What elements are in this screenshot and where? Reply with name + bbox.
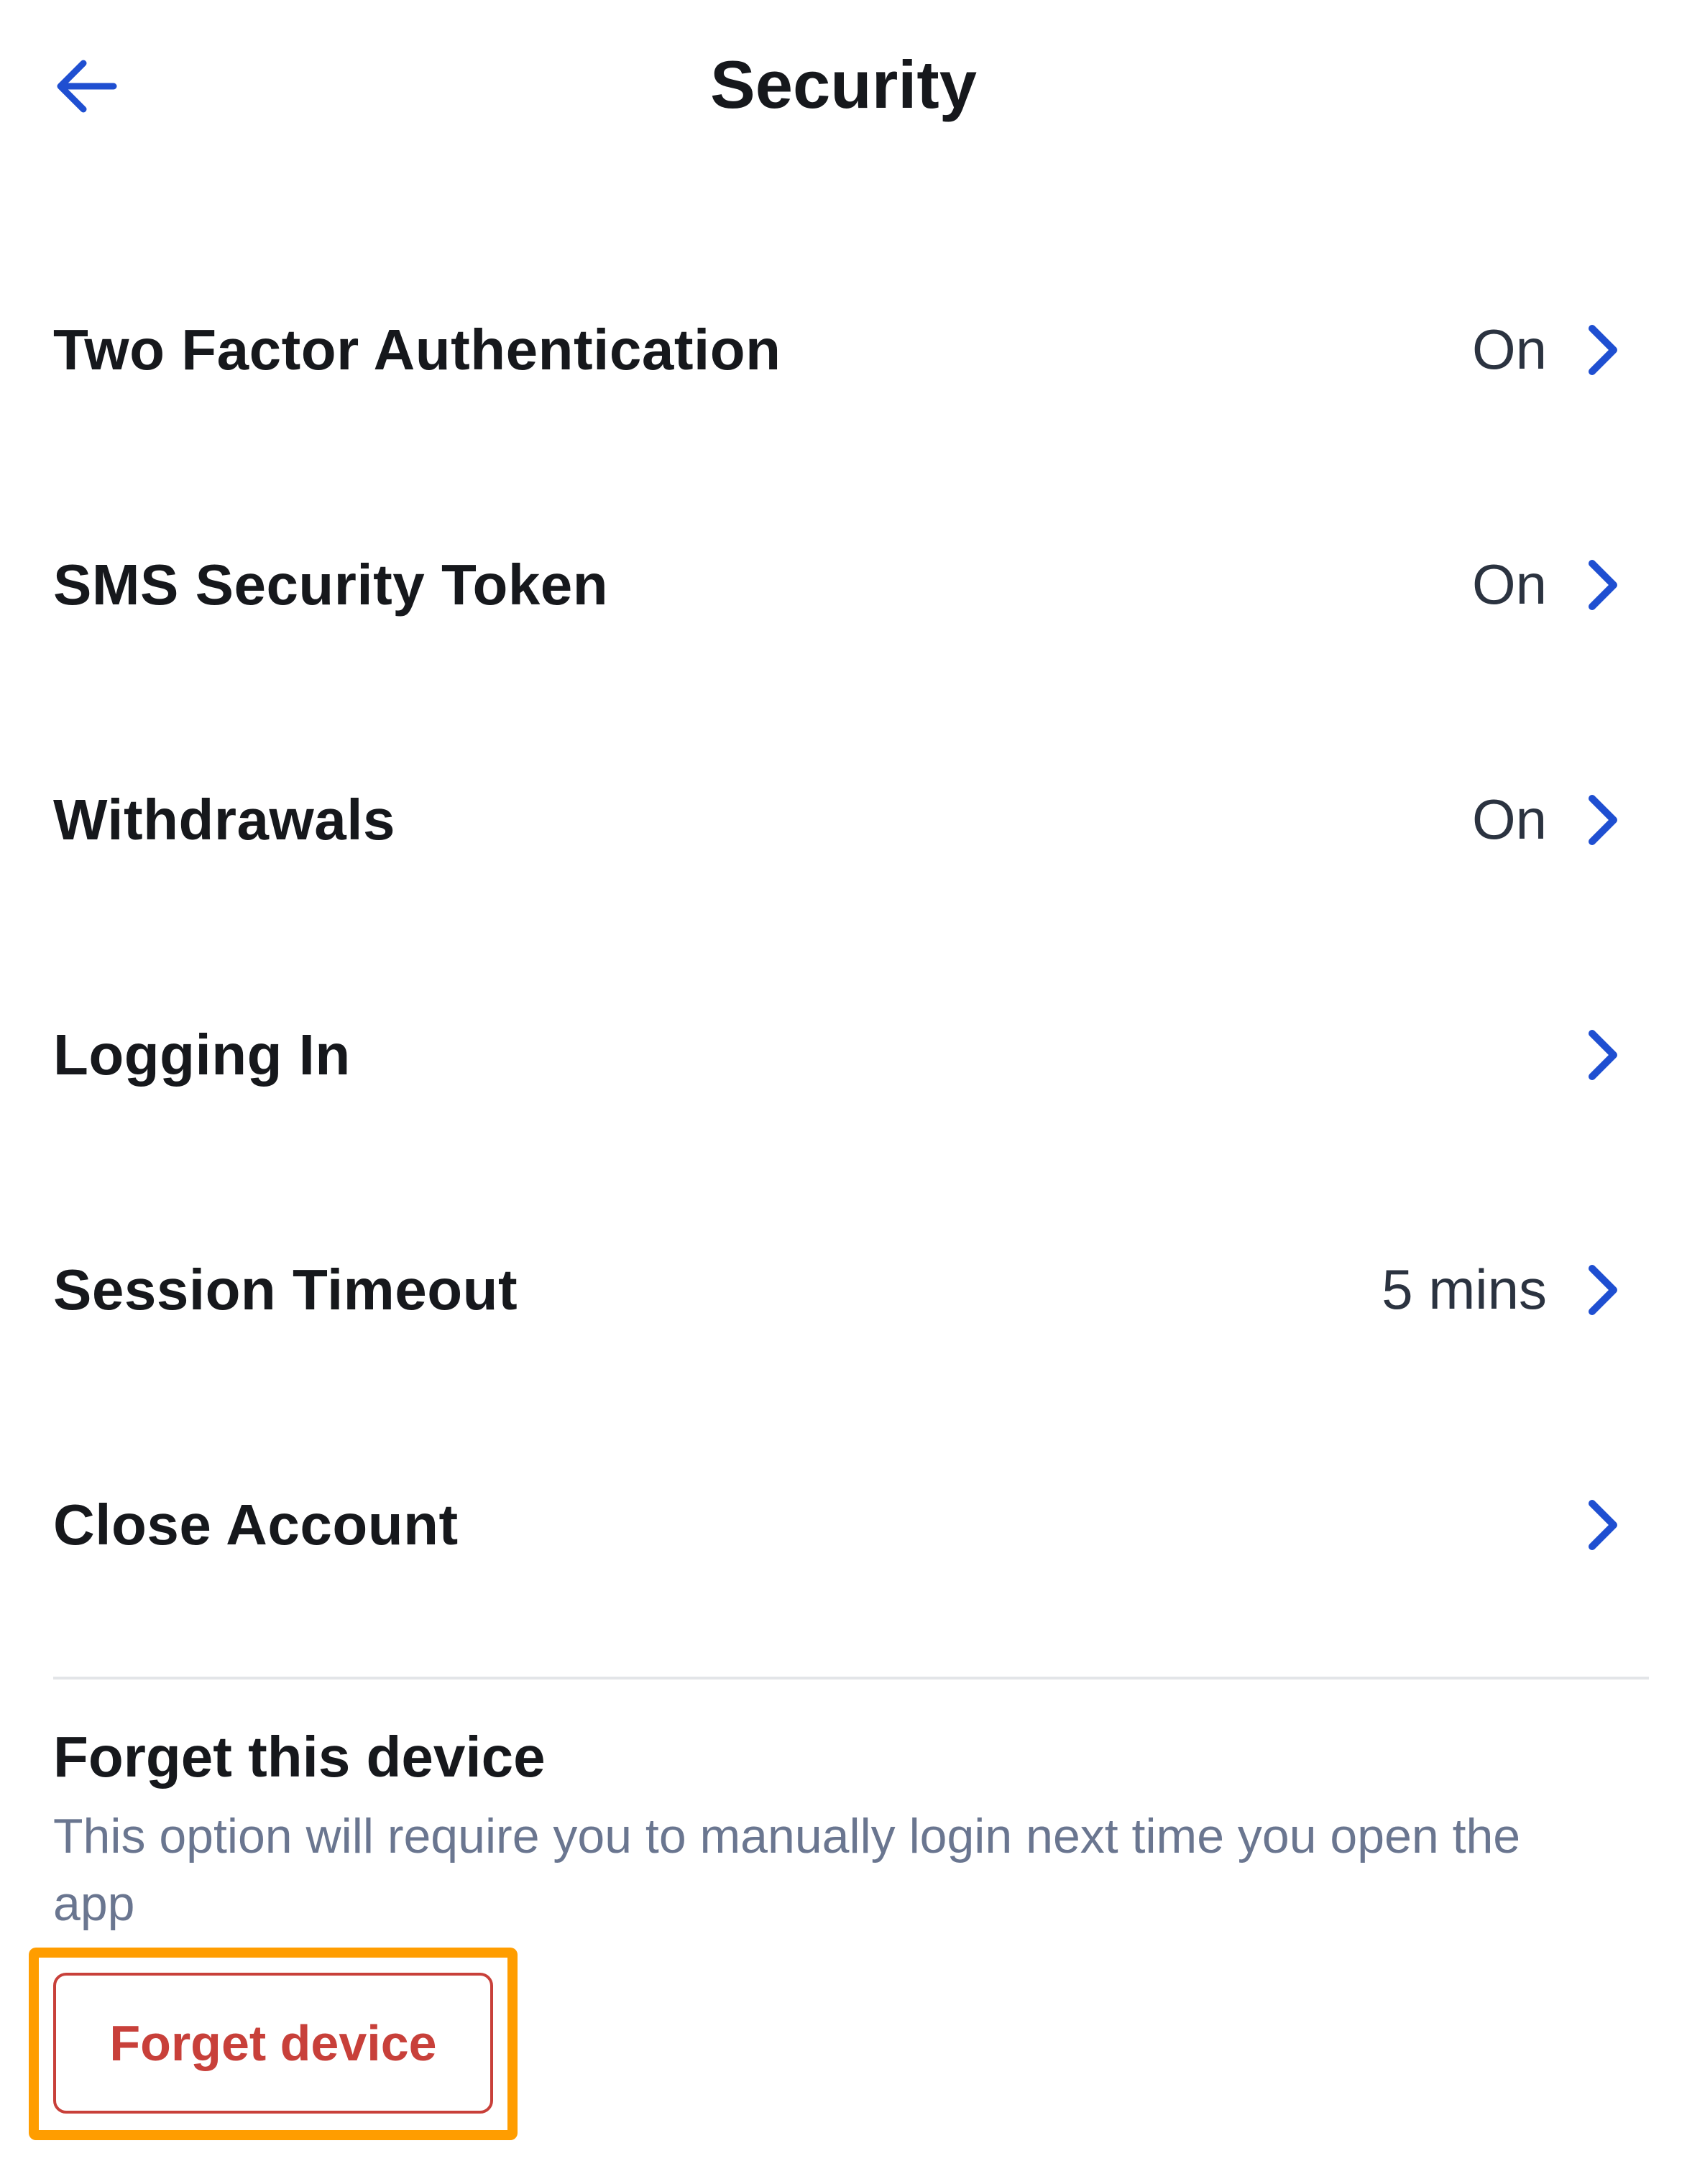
- forget-device-button[interactable]: Forget device: [53, 1973, 493, 2114]
- chevron-right-icon: [1581, 321, 1624, 379]
- row-label: Session Timeout: [53, 1257, 518, 1322]
- chevron-right-icon: [1581, 1026, 1624, 1084]
- row-value: On: [1471, 318, 1547, 381]
- page-title: Security: [710, 47, 977, 122]
- settings-row-two-factor-authentication[interactable]: Two Factor Authentication On: [53, 232, 1624, 467]
- row-label: Logging In: [53, 1022, 351, 1087]
- section-divider: [53, 1677, 1649, 1680]
- forget-device-description: This option will require you to manually…: [53, 1809, 1521, 1931]
- chevron-right-icon: [1581, 556, 1624, 614]
- row-value: On: [1471, 553, 1547, 616]
- forget-device-title: Forget this device: [53, 1725, 546, 1789]
- settings-row-withdrawals[interactable]: Withdrawals On: [53, 702, 1624, 937]
- row-value: On: [1471, 788, 1547, 851]
- header-bar: Security: [0, 0, 1687, 172]
- chevron-right-icon: [1581, 1261, 1624, 1319]
- row-label: Two Factor Authentication: [53, 317, 781, 382]
- row-value: 5 mins: [1382, 1258, 1547, 1321]
- settings-row-session-timeout[interactable]: Session Timeout 5 mins: [53, 1172, 1624, 1407]
- row-label: Withdrawals: [53, 787, 395, 852]
- row-label: Close Account: [53, 1492, 459, 1557]
- row-label: SMS Security Token: [53, 552, 609, 617]
- settings-row-logging-in[interactable]: Logging In: [53, 937, 1624, 1172]
- chevron-right-icon: [1581, 1496, 1624, 1554]
- settings-row-sms-security-token[interactable]: SMS Security Token On: [53, 467, 1624, 702]
- chevron-right-icon: [1581, 791, 1624, 849]
- settings-row-close-account[interactable]: Close Account: [53, 1407, 1624, 1642]
